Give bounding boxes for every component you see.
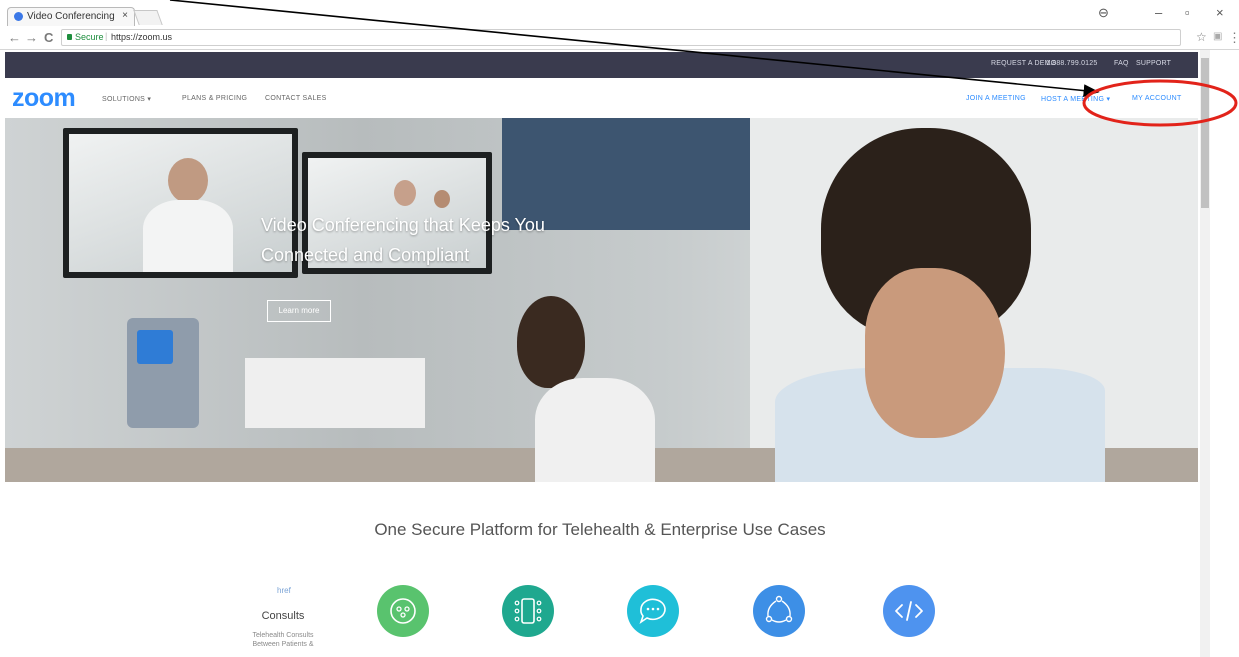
- zoom-logo[interactable]: zoom: [12, 84, 76, 113]
- faq-link[interactable]: FAQ: [1114, 60, 1129, 67]
- chat-bubble-icon[interactable]: [627, 585, 679, 637]
- account-icon[interactable]: ⊖: [1098, 5, 1109, 21]
- learn-more-button[interactable]: Learn more: [267, 300, 331, 322]
- browser-menu-icon[interactable]: ⋮: [1228, 30, 1239, 46]
- join-meeting-link[interactable]: JOIN A MEETING: [966, 95, 1026, 102]
- url-input[interactable]: Secure | https://zoom.us: [61, 29, 1181, 46]
- hero-woman-body: [535, 378, 655, 482]
- hero-title: Video Conferencing that Keeps You Connec…: [261, 210, 591, 270]
- extension-icon[interactable]: ▣: [1213, 31, 1222, 42]
- security-label: Secure: [75, 32, 104, 42]
- hero-counter: [245, 358, 425, 428]
- scrollbar-thumb[interactable]: [1201, 58, 1209, 208]
- hero-medical-device: [127, 318, 199, 428]
- hero-woman-head: [517, 296, 585, 388]
- tab-title: Video Conferencing, We: [27, 11, 115, 22]
- browser-tab-strip: Video Conferencing, We × ⊖ – ▫ ×: [0, 0, 1239, 26]
- reload-icon[interactable]: C: [44, 30, 53, 45]
- plans-pricing-link[interactable]: PLANS & PRICING: [182, 95, 247, 102]
- address-bar-row: ← → C Secure | https://zoom.us ☆ ▣ ⋮: [0, 26, 1239, 50]
- maximize-icon[interactable]: ▫: [1185, 5, 1190, 20]
- solutions-menu[interactable]: SOLUTIONS ▾: [102, 95, 151, 103]
- code-icon[interactable]: [883, 585, 935, 637]
- host-meeting-menu[interactable]: HOST A MEETING ▾: [1041, 95, 1110, 103]
- hero-title-line1: Video Conferencing that Keeps You: [261, 215, 545, 235]
- consults-desc-line1: Telehealth Consults: [252, 632, 314, 639]
- minimize-icon[interactable]: –: [1155, 5, 1162, 20]
- bookmark-star-icon[interactable]: ☆: [1196, 30, 1207, 44]
- zoom-favicon-icon: [14, 12, 23, 21]
- close-window-icon[interactable]: ×: [1216, 5, 1224, 20]
- section-headline: One Secure Platform for Telehealth & Ent…: [374, 520, 826, 539]
- site-navigation: zoom SOLUTIONS ▾ PLANS & PRICING CONTACT…: [5, 78, 1198, 118]
- share-network-icon[interactable]: [753, 585, 805, 637]
- separator: |: [105, 31, 108, 41]
- video-device-icon[interactable]: [377, 585, 429, 637]
- hero-title-line2: Connected and Compliant: [261, 245, 470, 265]
- consults-description: Telehealth Consults Between Patients &: [238, 631, 328, 649]
- url-text: https://zoom.us: [111, 32, 173, 42]
- hero-man-face: [865, 268, 1005, 438]
- hero-banner: Video Conferencing that Keeps You Connec…: [5, 118, 1198, 482]
- consults-title: Consults: [261, 610, 305, 622]
- new-tab-button[interactable]: [133, 10, 163, 25]
- back-icon[interactable]: ←: [8, 30, 21, 45]
- browser-tab[interactable]: Video Conferencing, We ×: [7, 7, 135, 26]
- site-top-bar: REQUEST A DEMO 1.888.799.0125 FAQ SUPPOR…: [5, 52, 1198, 78]
- my-account-link[interactable]: MY ACCOUNT: [1132, 95, 1182, 102]
- phone-number[interactable]: 1.888.799.0125: [1046, 60, 1097, 67]
- href-label[interactable]: href: [277, 586, 291, 595]
- tab-close-icon[interactable]: ×: [122, 10, 128, 21]
- consults-desc-line2: Between Patients &: [252, 641, 314, 648]
- support-link[interactable]: SUPPORT: [1136, 60, 1171, 67]
- lock-icon: [67, 34, 72, 40]
- contact-sales-link[interactable]: CONTACT SALES: [265, 95, 327, 102]
- forward-icon[interactable]: →: [25, 30, 38, 45]
- mobile-device-icon[interactable]: [502, 585, 554, 637]
